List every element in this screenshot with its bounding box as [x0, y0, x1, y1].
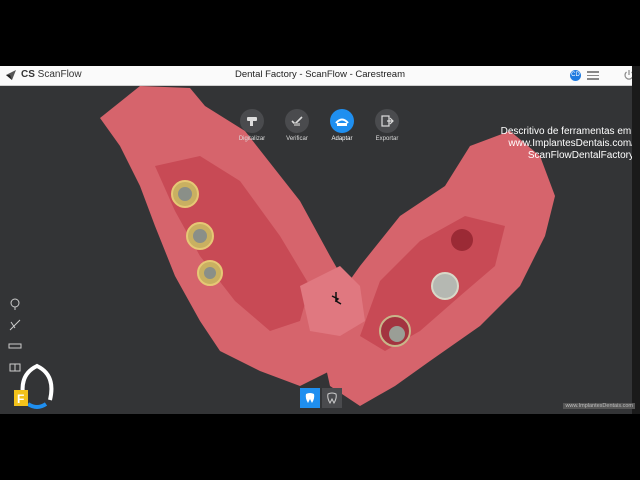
user-avatar[interactable]: CD	[570, 70, 581, 81]
step-verificar[interactable]: Verificar	[277, 109, 317, 142]
implant-view-button[interactable]	[322, 388, 342, 408]
watermark: www.ImplantesDentais.com	[563, 403, 635, 409]
step-label: Verificar	[286, 136, 308, 142]
tool-trim[interactable]	[7, 317, 23, 333]
scanflow-window: CS ScanFlow Dental Factory - ScanFlow - …	[0, 66, 640, 414]
tool-selection[interactable]	[7, 296, 23, 312]
overlay-line-3: ScanFlowDentalFactory	[527, 150, 634, 161]
view-toggle	[300, 388, 344, 410]
tooth-icon	[305, 393, 315, 403]
step-label: Exportar	[375, 136, 399, 142]
tool-measure[interactable]	[7, 338, 23, 354]
export-icon	[381, 115, 394, 127]
window-title: Dental Factory - ScanFlow - Carestream	[235, 69, 405, 80]
tooth-view-button[interactable]	[300, 388, 320, 408]
check-tool-icon	[291, 116, 303, 126]
scanner-icon	[247, 117, 257, 126]
jaw-badge: F	[17, 392, 24, 406]
menu-icon[interactable]	[587, 71, 599, 80]
trim-icon	[9, 319, 21, 331]
workflow-steps: Digitalizar Verificar Adaptar Exportar	[232, 109, 412, 149]
adapt-icon	[335, 118, 349, 126]
implant-icon	[327, 392, 337, 404]
step-label: Digitalizar	[238, 136, 266, 142]
title-bar: CS ScanFlow Dental Factory - ScanFlow - …	[0, 66, 640, 86]
step-label: Adaptar	[331, 136, 353, 142]
step-digitalizar[interactable]: Digitalizar	[232, 109, 272, 142]
tool-description-overlay: Descritivo de ferramentas em: www.Implan…	[434, 126, 634, 162]
side-strip	[632, 66, 640, 414]
overlay-line-2: www.ImplantesDentais.com/	[508, 138, 634, 149]
3d-viewport[interactable]: Digitalizar Verificar Adaptar Exportar D…	[0, 86, 640, 414]
jaw-orientation-icon[interactable]: F	[14, 360, 60, 412]
overlay-line-1: Descritivo de ferramentas em:	[500, 126, 634, 137]
ruler-icon	[8, 343, 22, 349]
step-exportar[interactable]: Exportar	[367, 109, 407, 142]
selection-icon	[10, 298, 20, 310]
step-adaptar[interactable]: Adaptar	[322, 109, 362, 142]
